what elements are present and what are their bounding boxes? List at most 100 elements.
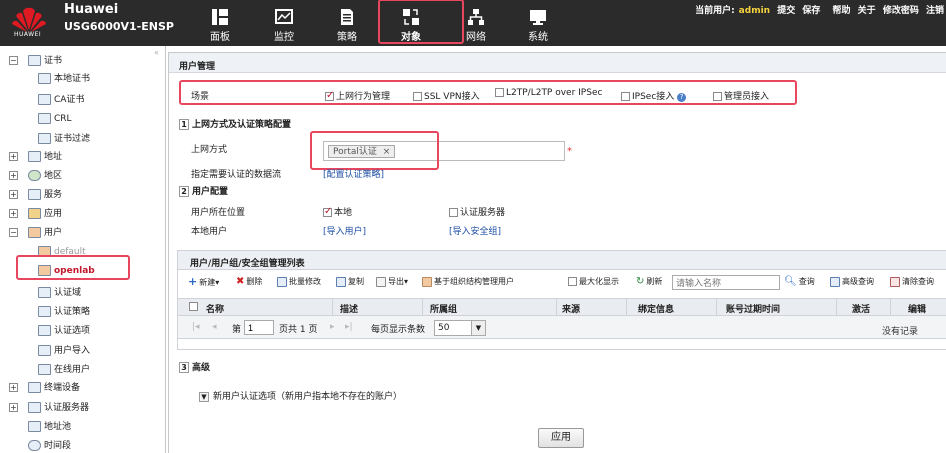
collapse-toggle-icon[interactable]: −	[9, 228, 18, 237]
per-page-select[interactable]: 50 ▼	[434, 320, 486, 336]
scene-option-ssl-vpn[interactable]: SSL VPN接入	[413, 89, 480, 102]
link-help[interactable]: 帮助	[833, 6, 851, 16]
sidebar-item-default[interactable]: default	[38, 243, 86, 261]
sidebar-item-time-range[interactable]: 时间段	[28, 437, 71, 453]
link-save[interactable]: 保存	[802, 6, 820, 16]
export-button[interactable]: 导出▾	[376, 273, 408, 291]
col-source[interactable]: 来源	[562, 302, 580, 315]
org-manage-button[interactable]: 基于组织结构管理用户	[422, 273, 514, 291]
page-number-input[interactable]	[244, 320, 274, 335]
option-label: L2TP/L2TP over IPSec	[506, 88, 603, 98]
col-binding[interactable]: 绑定信息	[638, 302, 674, 315]
select-all-checkbox[interactable]	[189, 302, 198, 311]
sidebar-item-terminal[interactable]: + 终端设备	[0, 379, 160, 397]
chevron-down-icon[interactable]: ▼	[199, 392, 209, 402]
checkbox[interactable]	[413, 92, 422, 101]
expand-icon[interactable]: +	[9, 171, 18, 180]
checkbox[interactable]	[568, 277, 577, 286]
chevron-down-icon[interactable]: ▼	[471, 321, 485, 335]
checkbox-checked[interactable]	[323, 206, 332, 217]
sidebar-item-auth-server[interactable]: + 认证服务器	[0, 399, 160, 417]
config-auth-policy-link[interactable]: [配置认证策略]	[323, 167, 384, 180]
sidebar-item-region[interactable]: + 地区	[0, 167, 160, 185]
access-mode-field[interactable]: Portal认证 ×	[323, 141, 565, 161]
nav-dashboard[interactable]: 面板	[192, 0, 248, 46]
expand-icon[interactable]: +	[9, 209, 18, 218]
batch-edit-button[interactable]: 批量修改	[277, 273, 321, 291]
location-local-option[interactable]: 本地	[323, 205, 352, 218]
copy-button[interactable]: 复制	[336, 273, 364, 291]
last-page-icon[interactable]: ▸|	[345, 322, 353, 332]
scene-option-admin[interactable]: 管理员接入	[713, 89, 769, 102]
section-number: 1	[179, 119, 189, 130]
expand-icon[interactable]: +	[9, 403, 18, 412]
tag-remove-icon[interactable]: ×	[383, 147, 391, 157]
sidebar-item-auth-option[interactable]: 认证选项	[38, 322, 90, 340]
expand-icon[interactable]: +	[9, 190, 18, 199]
link-about[interactable]: 关于	[858, 6, 876, 16]
refresh-button[interactable]: ↻ 刷新	[636, 273, 662, 291]
expand-icon[interactable]: +	[9, 152, 18, 161]
col-name[interactable]: 名称	[206, 302, 224, 315]
sidebar-item-ca-cert[interactable]: CA证书	[38, 91, 84, 109]
sidebar-item-local-cert[interactable]: 本地证书	[38, 70, 90, 88]
checkbox[interactable]	[713, 92, 722, 101]
col-description[interactable]: 描述	[340, 302, 358, 315]
link-change-password[interactable]: 修改密码	[883, 6, 919, 16]
import-user-link[interactable]: [导入用户]	[323, 224, 366, 237]
help-icon[interactable]: ?	[677, 93, 687, 102]
sidebar-item-label: 认证策略	[54, 307, 91, 317]
collapse-toggle-icon[interactable]: −	[9, 56, 18, 65]
sidebar-item-user-import[interactable]: 用户导入	[38, 342, 90, 360]
sidebar-item-application[interactable]: + 应用	[0, 205, 160, 223]
expand-icon[interactable]: +	[9, 383, 18, 392]
col-divider	[332, 299, 333, 315]
checkbox-checked[interactable]	[325, 90, 334, 101]
scene-option-internet[interactable]: 上网行为管理	[325, 89, 390, 102]
col-group[interactable]: 所属组	[430, 302, 457, 315]
checkbox[interactable]	[495, 88, 504, 97]
link-submit[interactable]: 提交	[777, 6, 795, 16]
nav-system[interactable]: 系统	[510, 0, 566, 46]
location-server-option[interactable]: 认证服务器	[449, 205, 505, 218]
col-active[interactable]: 激活	[852, 302, 870, 315]
access-mode-tag: Portal认证 ×	[328, 145, 396, 158]
clear-query-button[interactable]: 清除查询	[890, 273, 934, 291]
apply-button[interactable]: 应用	[538, 428, 584, 448]
delete-button[interactable]: ✖ 删除	[236, 273, 262, 291]
new-button[interactable]: + 新建▾	[188, 273, 219, 291]
nav-object[interactable]: 对象	[383, 0, 439, 46]
nav-monitor[interactable]: 监控	[256, 0, 312, 46]
prev-page-icon[interactable]: ◂	[212, 322, 217, 332]
scene-option-l2tp[interactable]: L2TP/L2TP over IPSec	[495, 88, 602, 98]
sidebar-item-user[interactable]: − 用户	[0, 224, 160, 242]
sidebar-item-openlab[interactable]: openlab	[38, 262, 95, 280]
sidebar-item-cert-filter[interactable]: 证书过滤	[38, 130, 90, 148]
sidebar-item-address[interactable]: + 地址	[0, 148, 160, 166]
sidebar-item-auth-domain[interactable]: 认证域	[38, 284, 81, 302]
query-button[interactable]: 🔍︎ 查询	[784, 273, 815, 291]
scene-option-ipsec[interactable]: IPSec接入 ?	[621, 89, 687, 102]
new-user-option-toggle[interactable]: ▼ 新用户认证选项（新用户指本地不存在的账户）	[199, 389, 402, 402]
import-icon	[38, 345, 51, 356]
sidebar-item-label: 地址池	[44, 422, 72, 432]
next-page-icon[interactable]: ▸	[330, 322, 335, 332]
sidebar-item-service[interactable]: + 服务	[0, 186, 160, 204]
search-input[interactable]	[672, 275, 780, 290]
sidebar-item-address-pool[interactable]: 地址池	[28, 418, 71, 436]
col-expire[interactable]: 账号过期时间	[726, 302, 780, 315]
nav-policy[interactable]: 策略	[319, 0, 375, 46]
advanced-query-button[interactable]: 高级查询	[830, 273, 874, 291]
link-logout[interactable]: 注销	[926, 6, 944, 16]
sidebar-item-online-user[interactable]: 在线用户	[38, 361, 90, 379]
maximize-option[interactable]: 最大化显示	[568, 273, 619, 291]
first-page-icon[interactable]: |◂	[192, 322, 200, 332]
sidebar-item-crl[interactable]: CRL	[38, 110, 72, 128]
import-security-group-link[interactable]: [导入安全组]	[449, 224, 501, 237]
nav-network[interactable]: 网络	[448, 0, 504, 46]
checkbox[interactable]	[621, 92, 630, 101]
sidebar-item-certificate[interactable]: − 证书	[0, 52, 160, 70]
sidebar-item-auth-policy[interactable]: 认证策略	[38, 303, 90, 321]
col-edit[interactable]: 编辑	[908, 302, 926, 315]
checkbox[interactable]	[449, 208, 458, 217]
